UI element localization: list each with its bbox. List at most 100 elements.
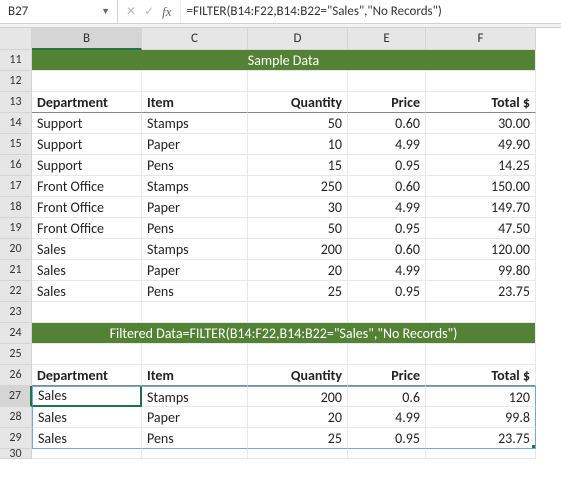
col-header-B[interactable]: B (32, 28, 142, 50)
cell[interactable]: 4.99 (348, 197, 426, 218)
row-header[interactable]: 20 (0, 239, 32, 260)
cell[interactable] (348, 344, 426, 365)
cell[interactable]: Sales (32, 407, 142, 428)
cell[interactable] (348, 449, 426, 459)
header-quantity[interactable]: Quantity (248, 365, 348, 386)
row-header[interactable]: 27 (0, 386, 32, 407)
cell[interactable]: Paper (142, 407, 248, 428)
col-header-F[interactable]: F (426, 28, 536, 50)
cell[interactable] (32, 449, 142, 459)
cell[interactable] (32, 71, 142, 92)
cell[interactable]: 0.95 (348, 218, 426, 239)
cell[interactable]: 0.95 (348, 155, 426, 176)
header-department[interactable]: Department (32, 365, 142, 386)
spreadsheet-grid[interactable]: B C D E F 11 Sample Data 12 13 Departmen… (0, 28, 561, 459)
header-item[interactable]: Item (142, 365, 248, 386)
row-header[interactable]: 30 (0, 449, 32, 459)
name-box[interactable]: B27 (4, 4, 98, 19)
col-header-D[interactable]: D (248, 28, 348, 50)
cell[interactable] (32, 302, 142, 323)
cell[interactable]: 49.90 (426, 134, 536, 155)
cell[interactable]: 200 (248, 386, 348, 407)
cell[interactable]: 0.60 (348, 176, 426, 197)
row-header[interactable]: 13 (0, 92, 32, 113)
cell[interactable] (248, 449, 348, 459)
cell[interactable]: Paper (142, 134, 248, 155)
cell[interactable]: Support (32, 155, 142, 176)
header-quantity[interactable]: Quantity (248, 92, 348, 113)
row-header[interactable]: 19 (0, 218, 32, 239)
cell[interactable]: Stamps (142, 386, 248, 407)
cell[interactable]: 14.25 (426, 155, 536, 176)
row-header[interactable]: 25 (0, 344, 32, 365)
cell[interactable]: 4.99 (348, 134, 426, 155)
fx-icon[interactable]: fx (162, 4, 171, 20)
row-header[interactable]: 14 (0, 113, 32, 134)
cell[interactable]: Pens (142, 281, 248, 302)
cell[interactable]: 0.60 (348, 239, 426, 260)
header-total[interactable]: Total $ (426, 365, 536, 386)
cell[interactable]: 30.00 (426, 113, 536, 134)
cell[interactable]: 10 (248, 134, 348, 155)
row-header[interactable]: 23 (0, 302, 32, 323)
cell[interactable]: Paper (142, 260, 248, 281)
cell[interactable] (426, 449, 536, 459)
cell[interactable]: Stamps (142, 113, 248, 134)
row-header[interactable]: 24 (0, 323, 32, 344)
cell[interactable] (142, 344, 248, 365)
cell[interactable] (426, 71, 536, 92)
cell[interactable]: Front Office (32, 176, 142, 197)
header-item[interactable]: Item (142, 92, 248, 113)
cell[interactable]: Sales (32, 281, 142, 302)
cell[interactable]: 0.6 (348, 386, 426, 407)
row-header[interactable]: 22 (0, 281, 32, 302)
cell[interactable]: 150.00 (426, 176, 536, 197)
header-price[interactable]: Price (348, 92, 426, 113)
cell[interactable]: 20 (248, 260, 348, 281)
cell[interactable] (348, 71, 426, 92)
cell[interactable]: 15 (248, 155, 348, 176)
cell[interactable]: Paper (142, 197, 248, 218)
cell[interactable]: Stamps (142, 239, 248, 260)
cell[interactable] (248, 302, 348, 323)
cell[interactable]: 0.95 (348, 281, 426, 302)
cell[interactable]: Pens (142, 218, 248, 239)
row-header[interactable]: 28 (0, 407, 32, 428)
cell[interactable]: 47.50 (426, 218, 536, 239)
cell[interactable]: Front Office (32, 218, 142, 239)
row-header[interactable]: 18 (0, 197, 32, 218)
cell[interactable]: 250 (248, 176, 348, 197)
cell[interactable]: 50 (248, 113, 348, 134)
cell[interactable]: Support (32, 113, 142, 134)
select-all-corner[interactable] (0, 28, 32, 50)
col-header-C[interactable]: C (142, 28, 248, 50)
cell[interactable]: 120.00 (426, 239, 536, 260)
cell[interactable]: 4.99 (348, 407, 426, 428)
cell[interactable] (248, 344, 348, 365)
cell[interactable]: 0.95 (348, 428, 426, 449)
row-header[interactable]: 26 (0, 365, 32, 386)
row-header[interactable]: 11 (0, 50, 32, 71)
cell[interactable]: 99.80 (426, 260, 536, 281)
col-header-E[interactable]: E (348, 28, 426, 50)
row-header[interactable]: 12 (0, 71, 32, 92)
cell[interactable]: 20 (248, 407, 348, 428)
cell[interactable]: Stamps (142, 176, 248, 197)
row-header[interactable]: 16 (0, 155, 32, 176)
cell[interactable] (248, 71, 348, 92)
cell[interactable]: 4.99 (348, 260, 426, 281)
cell[interactable]: Pens (142, 155, 248, 176)
header-price[interactable]: Price (348, 365, 426, 386)
cell[interactable]: 99.8 (426, 407, 536, 428)
cell[interactable] (426, 302, 536, 323)
cell[interactable]: 120 (426, 386, 536, 407)
cell[interactable] (142, 449, 248, 459)
cell[interactable]: Sales (32, 428, 142, 449)
cell[interactable]: 0.60 (348, 113, 426, 134)
cell[interactable]: 30 (248, 197, 348, 218)
cell[interactable]: Sales (32, 260, 142, 281)
cell[interactable] (426, 344, 536, 365)
cell[interactable]: 149.70 (426, 197, 536, 218)
enter-icon[interactable]: ✓ (144, 4, 154, 19)
row-header[interactable]: 17 (0, 176, 32, 197)
